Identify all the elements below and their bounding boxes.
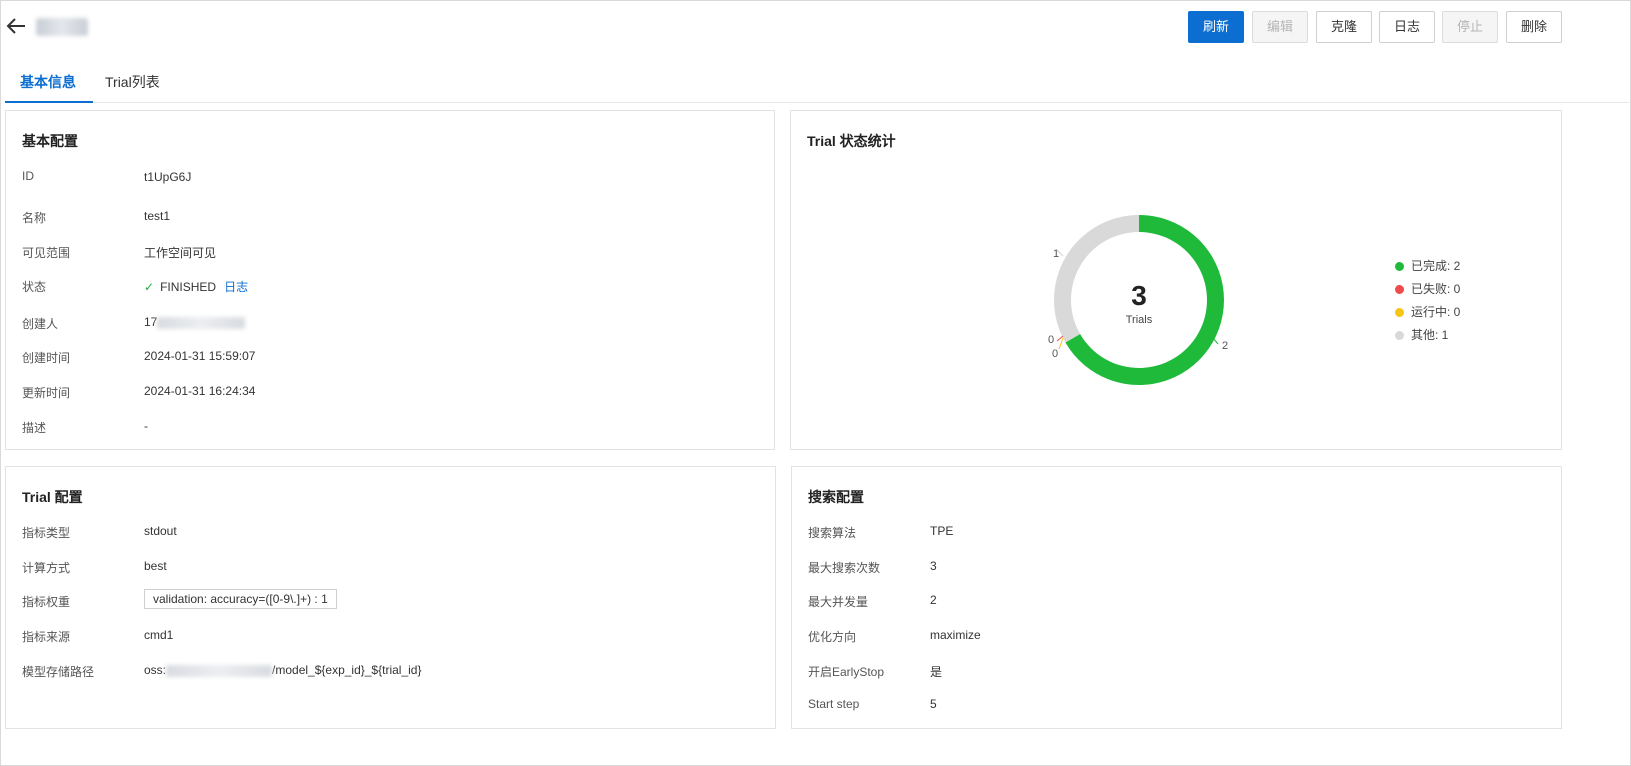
created-time-value: 2024-01-31 15:59:07 — [144, 349, 256, 363]
stop-button[interactable]: 停止 — [1442, 11, 1498, 43]
refresh-button[interactable]: 刷新 — [1188, 11, 1244, 43]
created-time-label: 创建时间 — [22, 351, 71, 365]
max-trials-label: 最大搜索次数 — [808, 561, 881, 575]
panel-title: 搜索配置 — [808, 489, 864, 505]
search-algo-label: 搜索算法 — [808, 526, 857, 540]
updated-time-label: 更新时间 — [22, 386, 71, 400]
metric-source-value: cmd1 — [144, 628, 174, 642]
status-label: 状态 — [22, 280, 47, 294]
earlystop-value: 是 — [930, 665, 943, 679]
visibility-value: 工作空间可见 — [144, 246, 217, 260]
trial-stats-panel: Trial 状态统计 3 Trials 2 1 0 0 已完成: 2 已失败: … — [790, 110, 1562, 450]
panel-title: Trial 配置 — [22, 489, 83, 505]
donut-center-value: 3 — [1131, 280, 1147, 311]
visibility-label: 可见范围 — [22, 246, 71, 260]
name-label: 名称 — [22, 211, 47, 225]
updated-time-value: 2024-01-31 16:24:34 — [144, 384, 256, 398]
description-label: 描述 — [22, 421, 47, 435]
start-step-value: 5 — [930, 697, 937, 711]
donut-center-label: Trials — [1126, 314, 1153, 326]
legend-item-failed[interactable]: 已失败: 0 — [1395, 280, 1460, 297]
creator-redacted — [157, 316, 246, 329]
leader-line-running — [1058, 337, 1064, 350]
metric-weight-value: validation: accuracy=([0-9\.]+) : 1 — [144, 589, 337, 609]
id-label: ID — [22, 169, 34, 183]
basic-config-panel: 基本配置 ID t1UpG6J 名称 test1 可见范围 工作空间可见 状态 … — [5, 110, 775, 450]
active-tab-indicator — [5, 101, 93, 103]
legend-label: 运行中: 0 — [1411, 305, 1461, 319]
creator-prefix: 17 — [144, 315, 158, 329]
model-path-prefix: oss: — [144, 663, 167, 677]
metric-weight-tag: validation: accuracy=([0-9\.]+) : 1 — [144, 589, 337, 609]
legend-label: 已完成: 2 — [1411, 259, 1461, 273]
delete-button[interactable]: 删除 — [1506, 11, 1562, 43]
slice-label-running: 0 — [1052, 348, 1058, 360]
max-concurrency-value: 2 — [930, 593, 937, 607]
search-algo-value: TPE — [930, 524, 954, 538]
model-path-value: oss: /model_${exp_id}_${trial_id} — [144, 663, 421, 677]
earlystop-label: 开启EarlyStop — [808, 665, 885, 679]
max-concurrency-label: 最大并发量 — [808, 595, 869, 609]
log-button[interactable]: 日志 — [1379, 11, 1435, 43]
tab-basic-info[interactable]: 基本信息 — [20, 72, 76, 92]
status-log-link[interactable]: 日志 — [224, 280, 248, 294]
direction-value: maximize — [930, 628, 981, 642]
status-text: FINISHED — [160, 280, 217, 294]
search-config-panel: 搜索配置 搜索算法 TPE 最大搜索次数 3 最大并发量 2 优化方向 maxi… — [791, 466, 1562, 729]
model-path-suffix: /model_${exp_id}_${trial_id} — [272, 663, 422, 677]
legend-dot-running — [1395, 308, 1404, 318]
direction-label: 优化方向 — [808, 630, 857, 644]
model-path-redacted — [166, 664, 273, 677]
metric-type-value: stdout — [144, 524, 177, 538]
calc-method-label: 计算方式 — [22, 561, 71, 575]
max-trials-value: 3 — [930, 559, 937, 573]
metric-source-label: 指标来源 — [22, 630, 71, 644]
creator-value: 17 — [144, 315, 246, 329]
calc-method-value: best — [144, 559, 167, 573]
tab-trial-list[interactable]: Trial列表 — [105, 72, 160, 92]
legend-dot-completed — [1395, 262, 1404, 272]
id-value: t1UpG6J — [144, 170, 192, 184]
legend-label: 已失败: 0 — [1411, 282, 1461, 296]
legend-dot-other — [1395, 331, 1404, 341]
back-arrow-icon[interactable] — [4, 14, 28, 38]
experiment-title-redacted — [36, 18, 88, 36]
description-value: - — [144, 419, 148, 433]
start-step-label: Start step — [808, 697, 860, 711]
slice-label-completed: 2 — [1222, 340, 1228, 352]
legend-item-other[interactable]: 其他: 1 — [1395, 326, 1448, 343]
check-icon: ✓ — [144, 280, 155, 294]
edit-button[interactable]: 编辑 — [1252, 11, 1308, 43]
panel-title: 基本配置 — [22, 133, 78, 149]
legend-dot-failed — [1395, 285, 1404, 295]
metric-type-label: 指标类型 — [22, 526, 71, 540]
metric-weight-label: 指标权重 — [22, 595, 71, 609]
clone-button[interactable]: 克隆 — [1316, 11, 1372, 43]
legend-item-completed[interactable]: 已完成: 2 — [1395, 257, 1460, 274]
leader-line-completed — [1212, 337, 1219, 345]
status-value: ✓ FINISHED 日志 — [144, 278, 248, 295]
legend-item-running[interactable]: 运行中: 0 — [1395, 303, 1460, 320]
tab-bar: 基本信息 Trial列表 — [5, 60, 1629, 103]
creator-label: 创建人 — [22, 317, 59, 331]
trial-config-panel: Trial 配置 指标类型 stdout 计算方式 best 指标权重 vali… — [5, 466, 776, 729]
slice-label-other: 1 — [1053, 248, 1059, 260]
name-value: test1 — [144, 209, 171, 223]
slice-label-failed: 0 — [1048, 334, 1054, 346]
model-path-label: 模型存储路径 — [22, 665, 95, 679]
legend-label: 其他: 1 — [1411, 328, 1449, 342]
